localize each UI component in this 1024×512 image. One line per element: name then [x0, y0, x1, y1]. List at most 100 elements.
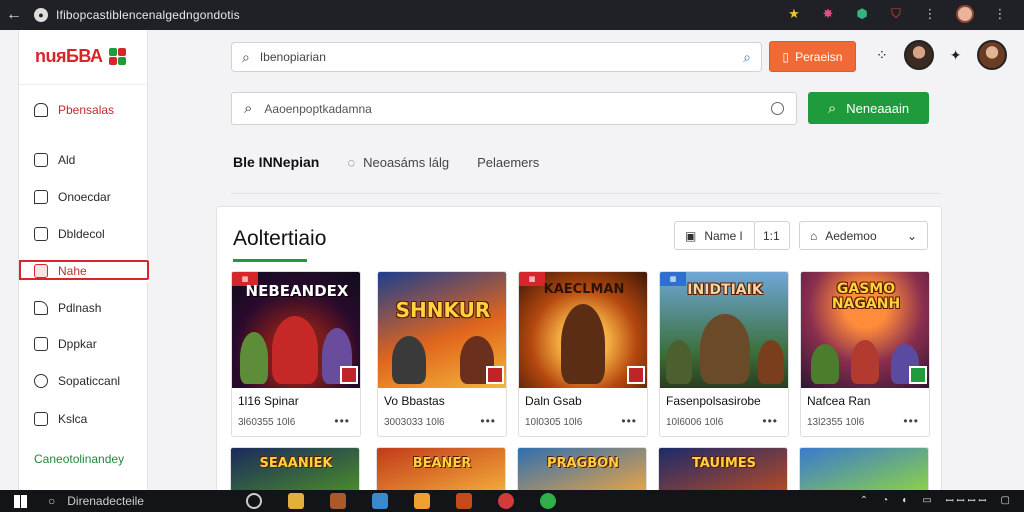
game-cover-image: ▦ NEBEANDEX	[232, 272, 360, 388]
game-card[interactable]: ▦ INIDTIAIK Fasenpolsasirobe 10l6006 10l…	[659, 271, 789, 437]
game-card-partial[interactable]	[799, 447, 929, 490]
header-search-input[interactable]: ⌕ Ibenopiarian ⌕	[231, 42, 762, 72]
cover-title: SHNKUR	[395, 298, 491, 322]
notifications-icon[interactable]: ▢	[1001, 495, 1010, 506]
taskbar-search[interactable]: ○ Direnadecteile	[48, 494, 144, 508]
sidebar-item-account[interactable]: Kslca	[19, 408, 149, 430]
rating-badge	[340, 366, 358, 384]
cover-title: SEAANIEK	[259, 456, 333, 471]
home-icon	[34, 103, 48, 117]
menu-icon[interactable]: ⋮	[922, 6, 938, 22]
windows-start-icon[interactable]	[0, 494, 40, 508]
count-toggle[interactable]: 1:1	[754, 221, 790, 250]
sidebar-item-active[interactable]: Nahe	[19, 260, 149, 282]
game-meta: 3003033 10l6	[384, 417, 445, 428]
sparkle-icon[interactable]: ✦	[950, 47, 962, 64]
game-cover-image: GASMO NAGANH	[801, 272, 929, 388]
search-icon: ⌕	[827, 99, 837, 117]
folder-icon	[34, 337, 48, 351]
game-card-partial[interactable]: TAUIMES	[658, 447, 788, 490]
sidebar-item-bookmarks[interactable]: Pdlnash	[19, 297, 149, 319]
sidebar-footer-label: Caneotolinandey	[34, 452, 125, 466]
battery-icon[interactable]: ▭	[922, 495, 931, 506]
more-options-icon[interactable]: •••	[903, 414, 919, 428]
rating-badge	[486, 366, 504, 384]
filter-icon: ▣	[685, 228, 697, 243]
star-icon[interactable]: ★	[786, 6, 802, 22]
game-card[interactable]: ▦ KAECLMAN Daln Gsab 10l0305 10l6 •••	[518, 271, 648, 437]
tab-messages[interactable]: ◌ Neoasáms lálg	[347, 155, 449, 170]
apps-icon[interactable]: ⁘	[876, 47, 888, 64]
orange-button-label: Peraeisn	[795, 49, 843, 64]
sidebar-footer-link[interactable]: Caneotolinandey	[19, 448, 149, 470]
sidebar-item-home[interactable]: Pbensalas	[19, 99, 149, 121]
volume-icon[interactable]: ◐	[902, 495, 908, 506]
task-view-icon[interactable]	[246, 493, 262, 509]
chat-app-icon[interactable]	[540, 493, 556, 509]
game-card-partial[interactable]: SEAANIEK	[230, 447, 360, 490]
sidebar-item-label: Dbldecol	[58, 227, 105, 241]
file-explorer-icon[interactable]	[288, 493, 304, 509]
name-filter-label: Name l	[704, 228, 743, 243]
game-card-partial[interactable]: BEANER	[376, 447, 506, 490]
profile-avatar[interactable]	[956, 5, 974, 23]
cover-title: GASMO NAGANH	[831, 281, 901, 312]
second-avatar[interactable]	[977, 40, 1008, 70]
tab-parameters[interactable]: Pelaemers	[477, 155, 539, 170]
address-bar[interactable]: Ifibopcastiblencenalgedngondotis	[56, 8, 240, 22]
taskbar-apps	[246, 493, 556, 509]
game-meta: 13l2355 10l6	[807, 417, 865, 428]
orange-action-button[interactable]: ▯ Peraeisn	[769, 41, 856, 72]
user-avatar[interactable]	[903, 40, 934, 70]
sidebar-item-files[interactable]: Dbldecol	[19, 223, 149, 245]
sidebar-item-settings[interactable]: Sopaticcanl	[19, 370, 149, 392]
chevron-up-icon[interactable]: ⌃	[860, 495, 868, 506]
kebab-menu-icon[interactable]: ⋮	[992, 6, 1008, 22]
tag-icon: ⌂	[810, 228, 818, 243]
game-app-icon[interactable]	[330, 493, 346, 509]
game-card[interactable]: GASMO NAGANH Nafcea Ran 13l2355 10l6 •••	[800, 271, 930, 437]
more-options-icon[interactable]: •••	[334, 414, 350, 428]
game-card[interactable]: ▦ NEBEANDEX 1l16 Spinar 3l60355 10l6 •••	[231, 271, 361, 437]
extension-icon[interactable]: ⬢	[854, 6, 870, 22]
back-arrow-icon[interactable]: ←	[0, 6, 28, 24]
tab-label: Neoasáms lálg	[363, 154, 450, 170]
search-submit-icon[interactable]: ⌕	[743, 49, 751, 66]
tabs-divider	[231, 193, 941, 194]
sidebar-item-label: Ald	[58, 153, 76, 167]
folder-icon[interactable]	[414, 493, 430, 509]
game-card[interactable]: SHNKUR Vo Bbastas 3003033 10l6 •••	[377, 271, 507, 437]
more-options-icon[interactable]: •••	[621, 414, 637, 428]
browser-icon[interactable]	[498, 493, 514, 509]
main-search-input[interactable]: ⌕ Aaoenpoptkadamna	[231, 92, 797, 125]
cover-title: INIDTIAIK	[687, 282, 763, 298]
shield-icon[interactable]: ⛉	[888, 6, 904, 22]
sidebar-item-folders[interactable]: Dppkar	[19, 333, 149, 355]
character-figure	[851, 340, 879, 384]
game-app-icon[interactable]	[456, 493, 472, 509]
sidebar-item-all[interactable]: Ald	[19, 149, 149, 171]
category-label: Aedemoo	[825, 228, 877, 243]
name-filter-button[interactable]: ▣ Name l	[674, 221, 756, 250]
clock-label[interactable]: ꟷ ꟷ ꟷ ꟷ	[946, 493, 987, 507]
game-meta: 10l6006 10l6	[666, 417, 724, 428]
panel-title: Aoltertiaio	[233, 227, 327, 250]
sidebar-item-chat[interactable]: Onoecdar	[19, 186, 149, 208]
game-title: Nafcea Ran	[807, 394, 871, 408]
site-info-icon[interactable]: ●	[34, 8, 48, 22]
game-card-partial[interactable]: PRAGBON	[517, 447, 647, 490]
search-button[interactable]: ⌕ Neneaaain	[808, 92, 929, 124]
network-icon[interactable]: ◔	[882, 495, 888, 506]
tab-active[interactable]: Ble INNepian	[233, 154, 319, 170]
cover-title: BEANER	[412, 456, 472, 471]
taskbar-search-label: Direnadecteile	[67, 494, 144, 508]
brand-logo[interactable]: nuяБВА	[35, 46, 127, 67]
more-options-icon[interactable]: •••	[762, 414, 778, 428]
category-dropdown[interactable]: ⌂ Aedemoo ⌄	[799, 221, 928, 250]
puzzle-icon[interactable]: ✸	[820, 6, 836, 22]
clear-search-icon[interactable]	[771, 102, 784, 115]
more-options-icon[interactable]: •••	[480, 414, 496, 428]
store-icon[interactable]	[372, 493, 388, 509]
sidebar-item-label: Kslca	[58, 412, 88, 426]
search-icon: ⌕	[244, 100, 253, 117]
